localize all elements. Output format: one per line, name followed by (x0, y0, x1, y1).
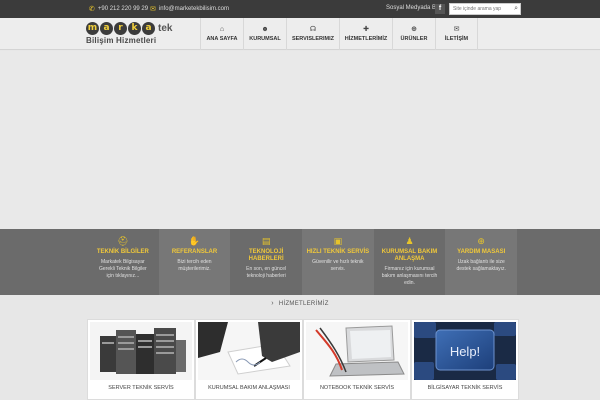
card-title: NOTEBOOK TEKNİK SERVİS (319, 385, 395, 391)
logo-mark: m a r k a tek (86, 22, 178, 35)
nav-item-urunler[interactable]: ⊕ ÜRÜNLER (392, 18, 435, 50)
feature-hizli-teknik-servis[interactable]: ▣ HIZLI TEKNİK SERVİS Güvenilir ve hızlı… (302, 229, 374, 295)
people-icon: ☻ (261, 26, 269, 33)
hero-slider[interactable] (0, 51, 600, 229)
help-key-text: Help! (450, 344, 480, 359)
nav-label: İLETİŞİM (444, 36, 469, 42)
logo-letter: a (100, 22, 113, 35)
feature-teknik-bilgiler[interactable]: ⛑ TEKNİK BİLGİLER Markatek Bilgisayar Ge… (87, 229, 159, 295)
topbar: ✆ +90 212 220 99 29 ✉ info@marketekbilis… (0, 0, 600, 18)
feature-text: Güvenilir ve hızlı teknik servis. (312, 259, 364, 272)
nav-label: ANA SAYFA (206, 36, 238, 42)
feature-text: Firmanız için kurumsal bakım anlaşmasını… (381, 266, 438, 286)
search-box: ⌕ (449, 3, 521, 15)
plus-circle-icon: ⊕ (411, 26, 417, 33)
feature-text: Markatek Bilgisayar Gerekli Teknik Bilgi… (98, 259, 147, 279)
feature-text: Bizi tercih eden müşterilerimiz. (177, 259, 212, 272)
email-address: info@marketekbilisim.com (158, 6, 229, 12)
nav-label: ÜRÜNLER (400, 36, 428, 42)
nav-item-hizmetlerimiz[interactable]: ✚ HİZMETLERİMİZ (339, 18, 392, 50)
feature-referanslar[interactable]: ✋ REFERANSLAR Bizi tercih eden müşterile… (158, 229, 231, 295)
card-bilgisayar-teknik-servis[interactable]: Help! BİLGİSAYAR TEKNİK SERVİS (411, 319, 519, 400)
notebook-image (306, 322, 408, 380)
feature-yardim-masasi[interactable]: ⊕ YARDIM MASASI Uzak bağlantı ile size d… (445, 229, 518, 295)
facebook-icon[interactable]: f (435, 4, 445, 14)
card-title: BİLGİSAYAR TEKNİK SERVİS (427, 385, 503, 391)
card-server-teknik-servis[interactable]: SERVER TEKNİK SERVİS (87, 319, 195, 400)
headset-icon: ☊ (309, 26, 317, 33)
home-icon: ⌂ (219, 26, 225, 33)
section-title: › HİZMETLERİMİZ (0, 296, 600, 312)
chevron-right-icon: › (271, 300, 274, 307)
feature-title: KURUMSAL BAKIM ANLAŞMA (381, 249, 438, 262)
features-band: ⛑ TEKNİK BİLGİLER Markatek Bilgisayar Ge… (0, 229, 600, 295)
main-nav: ⌂ ANA SAYFA ☻ KURUMSAL ☊ SERVISLERIMIZ ✚… (200, 18, 478, 50)
email-contact[interactable]: ✉ info@marketekbilisim.com (150, 5, 229, 13)
logo-letter: a (142, 22, 155, 35)
contract-signing-image (198, 322, 300, 380)
card-notebook-teknik-servis[interactable]: NOTEBOOK TEKNİK SERVİS (303, 319, 411, 400)
feature-text: En son, en güncel teknoloji haberleri (246, 266, 287, 279)
logo-letter: k (128, 22, 141, 35)
service-cards: SERVER TEKNİK SERVİS KURUMSAL BAKIM ANLA… (87, 319, 519, 400)
logo-letter: m (86, 22, 99, 35)
header: m a r k a tek Bilişim Hizmetleri ⌂ ANA S… (0, 18, 600, 50)
plus-icon: ✚ (363, 26, 369, 33)
help-key-image: Help! (414, 322, 516, 380)
briefcase-icon: ▣ (333, 236, 343, 246)
nav-label: HİZMETLERİMİZ (344, 36, 388, 42)
nav-item-iletisim[interactable]: ✉ İLETİŞİM (435, 18, 478, 50)
logo-tek: tek (158, 23, 173, 34)
server-image (90, 322, 192, 380)
logo[interactable]: m a r k a tek Bilişim Hizmetleri (86, 22, 178, 48)
phone-number: +90 212 220 99 29 (97, 6, 149, 12)
envelope-icon: ✉ (453, 26, 460, 33)
feature-text: Uzak bağlantı ile size destek sağlamakta… (456, 259, 506, 272)
feature-teknoloji-haberleri[interactable]: ▤ TEKNOLOJİ HABERLERİ En son, en güncel … (230, 229, 302, 295)
feature-title: YARDIM MASASI (457, 249, 506, 255)
helmet-icon: ⛑ (117, 236, 129, 246)
feature-title: HIZLI TEKNİK SERVİS (306, 249, 370, 255)
card-title: KURUMSAL BAKIM ANLAŞMASI (208, 385, 290, 391)
feature-title: TEKNİK BİLGİLER (96, 249, 149, 255)
nav-item-ana-sayfa[interactable]: ⌂ ANA SAYFA (200, 18, 243, 50)
features-row: ⛑ TEKNİK BİLGİLER Markatek Bilgisayar Ge… (87, 229, 518, 295)
card-title: SERVER TEKNİK SERVİS (108, 385, 174, 391)
nav-label: KURUMSAL (249, 36, 281, 42)
logo-letter: r (114, 22, 127, 35)
card-kurumsal-bakim[interactable]: KURUMSAL BAKIM ANLAŞMASI (195, 319, 303, 400)
nav-item-kurumsal[interactable]: ☻ KURUMSAL (243, 18, 286, 50)
plus-circle-icon: ⊕ (477, 236, 485, 246)
search-input[interactable] (450, 4, 508, 14)
social-label: Sosyal Medyada Biz (386, 5, 441, 11)
phone-contact[interactable]: ✆ +90 212 220 99 29 (89, 5, 148, 13)
logo-subtitle: Bilişim Hizmetleri (86, 36, 157, 45)
envelope-icon: ✉ (150, 6, 156, 13)
handshake-icon: ✋ (188, 236, 201, 246)
nav-label: SERVISLERIMIZ (291, 36, 335, 42)
search-icon[interactable]: ⌕ (514, 5, 518, 13)
newspaper-icon: ▤ (261, 236, 271, 246)
nav-item-servislerimiz[interactable]: ☊ SERVISLERIMIZ (286, 18, 339, 50)
group-icon: ♟ (405, 236, 414, 246)
feature-title: REFERANSLAR (171, 249, 218, 255)
phone-icon: ✆ (89, 6, 95, 13)
feature-title: TEKNOLOJİ HABERLERİ (248, 249, 284, 262)
feature-kurumsal-bakim[interactable]: ♟ KURUMSAL BAKIM ANLAŞMA Firmanız için k… (374, 229, 446, 295)
section-title-text: HİZMETLERİMİZ (278, 301, 329, 307)
